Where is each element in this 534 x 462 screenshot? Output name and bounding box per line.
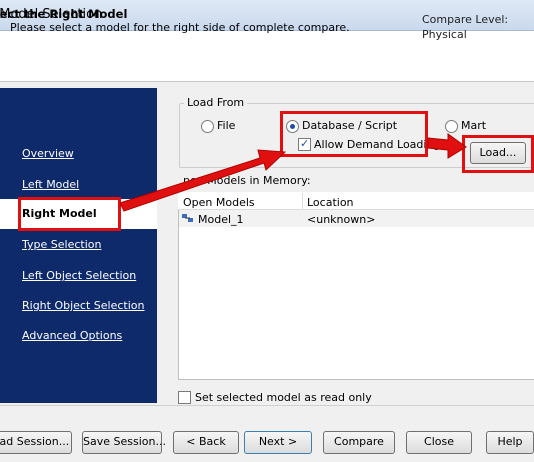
footer-divider: [0, 405, 534, 406]
next-button[interactable]: Next >: [244, 431, 312, 454]
close-button[interactable]: Close: [406, 431, 472, 454]
load-session-button[interactable]: oad Session...: [0, 431, 72, 454]
compare-button[interactable]: Compare: [323, 431, 395, 454]
read-only-label: Set selected model as read only: [195, 391, 372, 404]
save-session-button[interactable]: Save Session...: [82, 431, 166, 454]
back-button[interactable]: < Back: [173, 431, 239, 454]
help-button[interactable]: Help: [486, 431, 534, 454]
read-only-checkbox[interactable]: [178, 391, 191, 404]
